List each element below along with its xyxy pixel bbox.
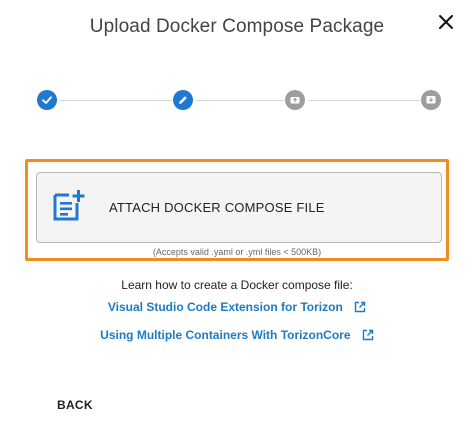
attach-button-label: ATTACH DOCKER COMPOSE FILE bbox=[109, 200, 325, 215]
back-button[interactable]: BACK bbox=[57, 398, 93, 412]
pencil-icon bbox=[179, 96, 187, 104]
link-label: Using Multiple Containers With TorizonCo… bbox=[100, 327, 351, 342]
attach-docker-compose-button[interactable]: ATTACH DOCKER COMPOSE FILE bbox=[36, 172, 442, 243]
dialog-title: Upload Docker Compose Package bbox=[89, 16, 385, 37]
step-2-active bbox=[173, 90, 193, 110]
external-link-icon bbox=[354, 301, 366, 313]
check-icon bbox=[42, 96, 52, 104]
link-label: Visual Studio Code Extension for Torizon bbox=[107, 299, 343, 314]
step-1-complete bbox=[37, 90, 57, 110]
file-requirements-hint: (Accepts valid .yaml or .yml files < 500… bbox=[152, 247, 322, 257]
link-vscode-extension[interactable]: Visual Studio Code Extension for Torizon bbox=[0, 299, 474, 314]
close-icon bbox=[439, 15, 453, 29]
learn-text: Learn how to create a Docker compose fil… bbox=[121, 278, 353, 292]
upload-box-icon bbox=[290, 97, 300, 104]
external-link-icon bbox=[362, 329, 374, 341]
step-connector bbox=[196, 100, 284, 101]
download-box-icon bbox=[426, 96, 436, 104]
link-multiple-containers[interactable]: Using Multiple Containers With TorizonCo… bbox=[0, 327, 474, 342]
note-add-icon bbox=[53, 190, 85, 221]
upload-docker-compose-dialog: Upload Docker Compose Package ATTACH DOC… bbox=[0, 0, 474, 438]
close-button[interactable] bbox=[432, 8, 460, 36]
step-3-pending bbox=[285, 90, 305, 110]
step-connector bbox=[308, 100, 420, 101]
step-4-pending bbox=[421, 90, 441, 110]
step-connector bbox=[60, 100, 172, 101]
